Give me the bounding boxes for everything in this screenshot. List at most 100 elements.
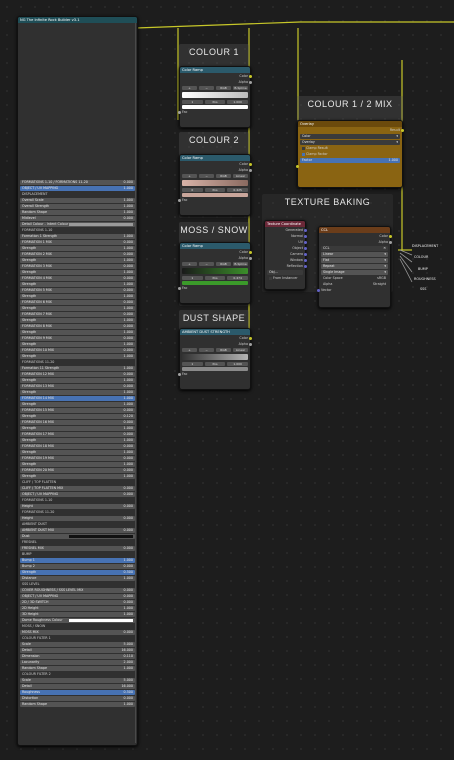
group-input-field[interactable]: Height 0.000 [20, 516, 135, 521]
group-input-field[interactable]: Dimension 0.110 [20, 654, 135, 659]
image-datablock[interactable]: CCL ✕ [321, 246, 388, 251]
socket-window[interactable] [304, 259, 307, 262]
remove-stop-button[interactable]: − [199, 174, 214, 178]
overlay-mix-header[interactable]: Overlay [298, 121, 402, 127]
socket-color[interactable] [249, 75, 252, 78]
socket-uv[interactable] [304, 241, 307, 244]
socket-alpha[interactable] [389, 241, 392, 244]
add-stop-button[interactable]: + [182, 86, 197, 90]
group-input-field[interactable]: FORMATION 19 MIX 0.000 [20, 456, 135, 461]
group-input-field[interactable]: Random Shape 1.000 [20, 702, 135, 707]
group-input-field[interactable]: Strength 1.000 [20, 282, 135, 287]
add-stop-button[interactable]: + [182, 262, 197, 266]
group-input-field[interactable]: Strength 1.000 [20, 402, 135, 407]
group-input-field[interactable]: FORMATION 16 MIX 0.000 [20, 420, 135, 425]
stop-index[interactable]: 1 [182, 362, 203, 366]
stop-index[interactable]: 0 [182, 188, 203, 192]
group-input-field[interactable]: 2D Height 1.000 [20, 606, 135, 611]
group-input-field[interactable]: FRESNEL MIX 0.000 [20, 546, 135, 551]
socket-a[interactable] [296, 165, 299, 168]
stop-color[interactable] [182, 367, 248, 371]
output-sss[interactable]: SSS [420, 287, 426, 291]
group-input-field[interactable]: FORMATION 6 MIX 0.000 [20, 300, 135, 305]
socket-color[interactable] [249, 163, 252, 166]
socket-fac[interactable] [178, 111, 181, 114]
clamp-factor-checkbox[interactable]: Clamp Factor [300, 152, 400, 157]
group-input-field[interactable]: FORMATION 4 MIX 0.000 [20, 276, 135, 281]
group-input-field[interactable]: AMBIENT DUST MIX 0.000 [20, 528, 135, 533]
group-input-field[interactable]: Strength 1.000 [20, 474, 135, 479]
factor-slider[interactable]: Factor 1.000 [300, 158, 400, 163]
group-input-field[interactable]: Overall Strength 1.000 [20, 204, 135, 209]
group-input-field[interactable]: Strength 0.120 [20, 414, 135, 419]
color-ramp-node-1-header[interactable]: Color Ramp [180, 67, 250, 73]
stop-color[interactable] [182, 105, 248, 109]
group-input-field[interactable]: FORMATION 12 MIX 0.000 [20, 372, 135, 377]
color-swatch[interactable] [69, 223, 133, 226]
socket-fac[interactable] [178, 287, 181, 290]
mode-select[interactable]: RGB [216, 262, 231, 266]
group-input-field[interactable]: Strength 1.000 [20, 354, 135, 359]
color-ramp-node-3-header[interactable]: Color Ramp [180, 243, 250, 249]
group-input-field[interactable]: Scale 5.000 [20, 642, 135, 647]
socket-color[interactable] [389, 235, 392, 238]
group-node-header[interactable]: NG The Infinite Rock Builder v3.1 [18, 17, 137, 23]
group-input-field[interactable]: Random Shape 1.000 [20, 666, 135, 671]
socket-alpha[interactable] [249, 169, 252, 172]
group-input-field[interactable]: Strength 1.000 [20, 258, 135, 263]
interpolation-select[interactable]: Linear ▾ [321, 252, 388, 257]
group-input-field[interactable]: Strength 1.000 [20, 306, 135, 311]
socket-alpha[interactable] [249, 343, 252, 346]
group-input-field[interactable]: FORMATION 17 MIX 0.000 [20, 432, 135, 437]
group-input-field[interactable]: Lacunarity 2.000 [20, 660, 135, 665]
interp-select[interactable]: B-Spline [233, 86, 248, 90]
source-select[interactable]: Single Image ▾ [321, 270, 388, 275]
group-input-field[interactable]: FORMATION 14 MIX 1.000 [20, 396, 135, 401]
group-input-field[interactable]: Formation 11 Strength 1.000 [20, 366, 135, 371]
remove-stop-button[interactable]: − [199, 348, 214, 352]
pos-value[interactable]: 0.474 [227, 276, 249, 280]
stop-color[interactable] [182, 193, 248, 197]
group-input-field[interactable]: Height 0.000 [20, 504, 135, 509]
group-input-field[interactable]: FORMATION 9 MIX 0.000 [20, 336, 135, 341]
overlay-mix-node[interactable]: Overlay Result Color ▾ Overlay ▾ Clamp Res… [296, 120, 404, 188]
mode-select[interactable]: RGB [216, 348, 231, 352]
group-input-field[interactable]: OBJECT / UV MAPPING 0.000 [20, 492, 135, 497]
group-input-field[interactable]: Strength 1.000 [20, 270, 135, 275]
group-input-field[interactable]: FORMATION 8 MIX 0.000 [20, 324, 135, 329]
socket-vector[interactable] [317, 289, 320, 292]
stop-color[interactable] [182, 281, 248, 285]
group-input-field[interactable]: 2D / 3D SWITCH 0.000 [20, 600, 135, 605]
group-input-field[interactable]: Strength 1.000 [20, 426, 135, 431]
add-stop-button[interactable]: + [182, 348, 197, 352]
color-swatch[interactable] [69, 535, 133, 538]
group-input-field[interactable]: FORMATIONS 1-10 / FORMATIONS 11-20 0.000 [20, 180, 135, 185]
ramp-gradient[interactable] [182, 354, 248, 360]
group-input-field[interactable]: Midlevel 0.000 [20, 216, 135, 221]
group-input-field[interactable]: Strength 1.000 [20, 330, 135, 335]
blend-mode-select[interactable]: Overlay ▾ [300, 140, 400, 145]
pos-value[interactable]: 1.000 [227, 362, 249, 366]
group-input-field[interactable]: Strength 1.000 [20, 390, 135, 395]
group-input-field[interactable]: FORMATION 3 MIX 0.000 [20, 264, 135, 269]
ramp-gradient[interactable] [182, 92, 248, 98]
output-roughness[interactable]: ROUGHNESS [414, 277, 436, 281]
interp-select[interactable]: Linear [233, 174, 248, 178]
output-bump[interactable]: BUMP [418, 267, 428, 271]
color-ramp-node-2-header[interactable]: Color Ramp [180, 155, 250, 161]
projection-select[interactable]: Flat ▾ [321, 258, 388, 263]
group-input-field[interactable]: FORMATION 18 MIX 0.000 [20, 444, 135, 449]
pos-value[interactable]: 1.000 [227, 100, 249, 104]
group-node[interactable]: NG The Infinite Rock Builder v3.1 FORMAT… [17, 16, 138, 746]
group-input-field[interactable]: Strength 1.000 [20, 294, 135, 299]
socket-fac[interactable] [178, 199, 181, 202]
alpha-select[interactable]: Alpha Straight [321, 282, 388, 287]
group-input-field[interactable]: Distance 1.000 [20, 576, 135, 581]
output-displacement[interactable]: DISPLACEMENT [412, 244, 438, 248]
group-input-field[interactable]: Strength 0.500 [20, 570, 135, 575]
group-input-field[interactable]: FORMATION 2 MIX 0.000 [20, 252, 135, 257]
from-instancer-checkbox[interactable]: From Instancer [267, 276, 303, 281]
add-stop-button[interactable]: + [182, 174, 197, 178]
ramp-gradient[interactable] [182, 268, 248, 274]
color-ramp-node-4-header[interactable]: AMBIENT DUST STRENGTH [180, 329, 250, 335]
